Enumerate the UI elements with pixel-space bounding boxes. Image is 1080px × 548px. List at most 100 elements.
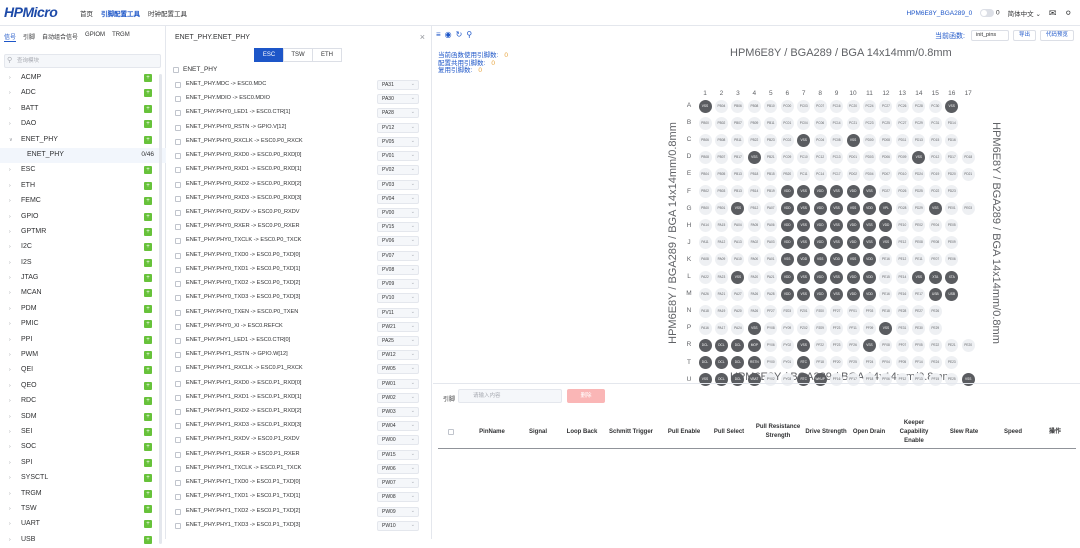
chevron-right-icon[interactable]: › <box>9 506 11 512</box>
bga-ball[interactable]: VDD <box>830 253 844 267</box>
column-header[interactable]: Signal <box>516 415 560 449</box>
bga-ball[interactable]: VDD <box>846 185 860 198</box>
bga-ball[interactable]: PB06 <box>698 133 712 147</box>
signal-checkbox[interactable] <box>175 352 181 359</box>
add-icon[interactable]: + <box>144 181 152 190</box>
column-header[interactable]: Keeper Capability Enable <box>890 415 938 449</box>
signal-checkbox[interactable] <box>175 138 181 145</box>
bga-ball[interactable]: DCL <box>698 356 712 369</box>
add-icon[interactable]: + <box>144 258 152 267</box>
signal-row[interactable]: ENET_PHY.MDC -> ESC0.MDC PA31 <box>167 78 432 92</box>
signal-row[interactable]: ENET_PHY.MDIO -> ESC0.MDIO PA30 <box>167 92 432 106</box>
bga-ball[interactable]: PE07 <box>928 253 942 267</box>
signal-checkbox[interactable] <box>175 110 181 117</box>
peripheral-group[interactable]: ∨ ENET_PHY + <box>0 133 166 148</box>
code-preview-button[interactable]: 代码预览 <box>1039 30 1074 41</box>
bga-ball[interactable]: VSS <box>797 202 811 216</box>
bga-ball[interactable]: PD04 <box>863 167 876 181</box>
chevron-right-icon[interactable]: › <box>9 337 11 343</box>
peripheral-group[interactable]: › MCAN + <box>0 286 166 301</box>
group-checkbox-row[interactable]: ENET_PHY <box>173 66 217 73</box>
signal-checkbox[interactable] <box>175 394 181 401</box>
pin-select[interactable]: PW08 <box>377 492 419 503</box>
bga-ball[interactable]: PF03 <box>863 304 876 318</box>
bga-ball[interactable]: PE14 <box>895 270 909 284</box>
bga-ball[interactable]: PC16 <box>830 99 844 113</box>
chevron-right-icon[interactable]: › <box>9 460 11 466</box>
bga-ball[interactable]: VSS <box>830 185 844 198</box>
bga-ball[interactable]: PF07 <box>895 338 909 352</box>
pin-select[interactable]: PW15 <box>377 449 419 460</box>
tab-gpiom[interactable]: GPIOM <box>85 32 105 42</box>
signal-checkbox[interactable] <box>175 224 181 231</box>
bga-ball[interactable]: PD10 <box>895 167 909 181</box>
bga-ball[interactable]: PB03 <box>714 185 728 198</box>
signal-row[interactable]: ENET_PHY.PHY1_RXD1 -> ESC0.P1_RXD[1] PW02 <box>167 391 432 405</box>
bga-ball[interactable]: VDD <box>780 270 794 284</box>
bga-ball[interactable]: VDD <box>863 253 876 267</box>
signal-checkbox[interactable] <box>175 437 181 444</box>
bga-ball[interactable]: DCL <box>714 356 728 369</box>
nav-clock-config[interactable]: 时钟配置工具 <box>148 8 187 18</box>
pin-select[interactable]: PW01 <box>377 378 419 389</box>
signal-checkbox[interactable] <box>175 181 181 188</box>
bga-ball[interactable]: PD20 <box>945 167 959 181</box>
add-icon[interactable]: + <box>144 335 152 344</box>
bga-ball[interactable]: PC09 <box>780 150 794 164</box>
bga-ball[interactable]: PF22 <box>813 338 827 352</box>
bga-ball[interactable]: PB09 <box>747 116 761 130</box>
bga-ball[interactable]: VDD <box>780 219 794 233</box>
peripheral-group[interactable]: › SEI + <box>0 425 166 440</box>
pin-select[interactable]: PV07 <box>377 250 419 261</box>
signal-checkbox[interactable] <box>175 494 181 501</box>
signal-checkbox[interactable] <box>175 167 181 174</box>
signal-row[interactable]: ENET_PHY.PHY1_RXD0 -> ESC0.P1_RXD[0] PW01 <box>167 377 432 391</box>
bga-ball[interactable]: PB06 <box>731 99 745 113</box>
bga-ball[interactable]: VDD <box>863 270 876 284</box>
column-header[interactable]: Pull Resistance Strength <box>752 415 804 449</box>
bga-ball[interactable]: PB10 <box>764 99 778 113</box>
pin-select[interactable]: PA25 <box>377 335 419 346</box>
bga-ball[interactable]: VDD <box>813 202 827 216</box>
bga-ball[interactable]: PB15 <box>764 167 778 181</box>
bga-ball[interactable]: PD19 <box>928 167 942 181</box>
chevron-right-icon[interactable]: › <box>9 444 11 450</box>
signal-row[interactable]: ENET_PHY.PHY0_RXCLK -> ESC0.P0_RXCK PV05 <box>167 135 432 149</box>
bga-ball[interactable]: PD11 <box>895 133 909 147</box>
language-select[interactable]: 简体中文 ⌄ <box>1008 8 1041 18</box>
bga-ball[interactable]: PZ09 <box>813 321 827 335</box>
bga-ball[interactable]: PF27 <box>830 304 844 318</box>
bga-ball[interactable]: PA00 <box>747 253 761 267</box>
bga-ball[interactable]: PD24 <box>912 167 926 181</box>
chevron-right-icon[interactable]: › <box>9 414 11 420</box>
add-icon[interactable]: + <box>144 120 152 129</box>
bga-ball[interactable]: PB14 <box>747 185 761 198</box>
pin-select[interactable]: PV01 <box>377 151 419 162</box>
user-icon[interactable]: ⚪ <box>1064 8 1072 19</box>
bga-ball[interactable]: PD09 <box>895 150 909 164</box>
bga-ball[interactable]: PY06 <box>764 338 778 352</box>
chevron-right-icon[interactable]: › <box>9 90 11 96</box>
peripheral-group[interactable]: › QEO + <box>0 379 166 394</box>
add-icon[interactable]: + <box>144 504 152 513</box>
bga-ball[interactable]: VSS <box>912 270 926 284</box>
bga-ball[interactable]: PC27 <box>879 99 893 113</box>
bga-ball[interactable]: PC07 <box>813 99 827 113</box>
add-icon[interactable]: + <box>144 381 152 390</box>
close-icon[interactable]: × <box>420 32 425 42</box>
bga-ball[interactable]: VDD <box>863 202 876 216</box>
bga-ball[interactable]: PB18 <box>747 167 761 181</box>
bga-ball[interactable]: PA06 <box>764 219 778 233</box>
column-header[interactable]: Open Drain <box>848 415 890 449</box>
signal-row[interactable]: ENET_PHY.PHY0_TXD0 -> ESC0.P0_TXD[0] PV07 <box>167 249 432 263</box>
peripheral-group[interactable]: › UART + <box>0 517 166 532</box>
bga-ball[interactable]: PA01 <box>764 253 778 267</box>
peripheral-group[interactable]: › QEI + <box>0 363 166 378</box>
signal-row[interactable]: ENET_PHY.PHY0_TXD1 -> ESC0.P0_TXD[1] PV08 <box>167 263 432 277</box>
pin-select[interactable]: PV11 <box>377 307 419 318</box>
bga-ball[interactable]: PC03 <box>797 99 811 113</box>
bga-ball[interactable]: PE20 <box>961 338 975 352</box>
pin-select[interactable]: PW04 <box>377 421 419 432</box>
bga-ball[interactable]: PF23 <box>830 321 844 335</box>
tab-signal[interactable]: 信号 <box>4 32 17 42</box>
